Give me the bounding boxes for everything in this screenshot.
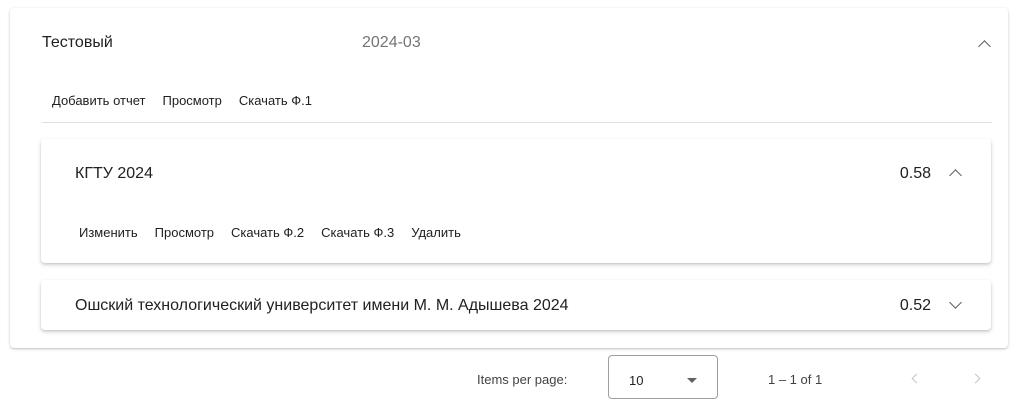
divider bbox=[42, 122, 992, 123]
download-f2-button[interactable]: Скачать Ф.2 bbox=[225, 221, 310, 244]
report-date: 2024-03 bbox=[362, 34, 421, 51]
items-per-page-label: Items per page: bbox=[477, 372, 568, 387]
items-per-page-select[interactable]: 10 bbox=[608, 355, 718, 399]
chevron-left-icon bbox=[911, 373, 922, 384]
chevron-up-icon bbox=[949, 169, 962, 182]
chevron-up-icon bbox=[978, 40, 991, 53]
university-report-panel: КГТУ 2024 0.58 Изменить Просмотр Скачать… bbox=[41, 139, 991, 263]
university-score: 0.58 bbox=[899, 165, 931, 182]
university-name[interactable]: Ошский технологический университет имени… bbox=[75, 297, 569, 315]
report-title: Тестовый bbox=[42, 34, 113, 51]
report-view-button[interactable]: Просмотр bbox=[152, 89, 228, 112]
download-f1-button[interactable]: Скачать Ф.1 bbox=[228, 89, 318, 112]
chevron-down-icon bbox=[949, 296, 962, 309]
university-score: 0.52 bbox=[899, 297, 931, 314]
chevron-right-icon bbox=[970, 373, 981, 384]
range-label: 1 – 1 of 1 bbox=[768, 372, 823, 387]
add-report-button[interactable]: Добавить отчет bbox=[40, 89, 152, 112]
university-expand-toggle[interactable] bbox=[943, 293, 967, 317]
report-actions: Добавить отчет Просмотр Скачать Ф.1 bbox=[40, 88, 318, 112]
report-panel-header[interactable]: Тестовый 2024-03 bbox=[10, 8, 1008, 74]
university-name[interactable]: КГТУ 2024 bbox=[75, 165, 153, 183]
report-collapse-toggle[interactable] bbox=[970, 30, 998, 58]
university-collapse-toggle[interactable] bbox=[943, 161, 967, 185]
university-actions: Изменить Просмотр Скачать Ф.2 Скачать Ф.… bbox=[73, 221, 472, 244]
report-expansion-panel: Тестовый 2024-03 Добавить отчет Просмотр… bbox=[10, 8, 1008, 348]
next-page-button[interactable] bbox=[964, 365, 992, 393]
previous-page-button[interactable] bbox=[902, 365, 930, 393]
view-button[interactable]: Просмотр bbox=[149, 221, 220, 244]
dropdown-arrow-icon bbox=[687, 378, 697, 383]
paginator: Items per page: 10 1 – 1 of 1 bbox=[0, 352, 1012, 399]
items-per-page-value: 10 bbox=[629, 373, 644, 388]
edit-button[interactable]: Изменить bbox=[73, 221, 144, 244]
download-f3-button[interactable]: Скачать Ф.3 bbox=[315, 221, 400, 244]
delete-button[interactable]: Удалить bbox=[405, 221, 467, 244]
university-report-panel[interactable]: Ошский технологический университет имени… bbox=[41, 280, 991, 330]
